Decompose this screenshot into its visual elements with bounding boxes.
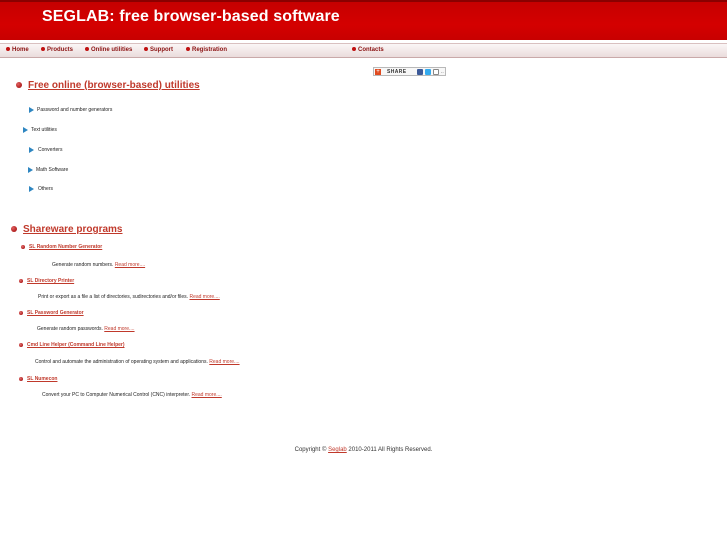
read-more-link[interactable]: Read more....: [189, 294, 219, 300]
share-label: SHARE: [387, 69, 407, 75]
nav-item-label: Contacts: [358, 47, 384, 53]
program-description: Generate random numbers. Read more....: [52, 262, 146, 268]
nav-item-support[interactable]: Support: [144, 47, 173, 53]
share-button[interactable]: + SHARE ..: [373, 67, 446, 76]
arrow-right-icon: [29, 147, 34, 153]
nav-item-label: Home: [12, 47, 29, 53]
program-link-numecon[interactable]: SL Numecon: [27, 376, 57, 382]
bullet-icon: [6, 47, 10, 51]
arrow-right-icon: [23, 127, 28, 133]
utilities-heading-link[interactable]: Free online (browser-based) utilities: [28, 80, 200, 91]
site-header: SEGLAB: free browser-based software: [0, 0, 727, 40]
util-item-converters[interactable]: Converters: [38, 147, 62, 153]
bullet-icon: [352, 47, 356, 51]
read-more-link[interactable]: Read more....: [115, 262, 145, 268]
read-more-link[interactable]: Read more....: [209, 359, 239, 365]
program-description: Print or export as a file a list of dire…: [38, 294, 220, 300]
read-more-link[interactable]: Read more....: [104, 326, 134, 332]
bullet-icon: [85, 47, 89, 51]
bullet-icon: [186, 47, 190, 51]
nav-item-online-utilities[interactable]: Online utilities: [85, 47, 132, 53]
copyright-prefix: Copyright ©: [294, 447, 327, 453]
program-link-directory-printer[interactable]: SL Directory Printer: [27, 278, 74, 284]
program-link-password-generator[interactable]: SL Password Generator: [27, 310, 84, 316]
nav-item-label: Registration: [192, 47, 228, 53]
bullet-icon: [144, 47, 148, 51]
more-dots-icon: ..: [441, 69, 444, 75]
nav-item-contacts[interactable]: Contacts: [352, 47, 384, 53]
arrow-right-icon: [29, 186, 34, 192]
program-link-cmd-line-helper[interactable]: Cmd Line Helper (Command Line Helper): [27, 342, 125, 348]
nav-item-label: Support: [150, 47, 173, 53]
site-title: SEGLAB: free browser-based software: [42, 8, 340, 25]
copyright-suffix: 2010-2011 All Rights Reserved.: [348, 447, 433, 453]
nav-item-products[interactable]: Products: [41, 47, 73, 53]
nav-bar: Home Products Online utilities Support R…: [0, 43, 727, 58]
nav-item-registration[interactable]: Registration: [186, 47, 227, 53]
footer-brand-link[interactable]: Seglab: [328, 447, 347, 453]
util-item-password-number-generators[interactable]: Password and number generators: [37, 107, 112, 113]
shareware-heading-link[interactable]: Shareware programs: [23, 224, 123, 235]
bullet-icon: [19, 343, 23, 347]
section-bullet-icon: [16, 82, 22, 88]
plus-icon: +: [375, 69, 381, 75]
program-description: Generate random passwords. Read more....: [37, 326, 135, 332]
bullet-icon: [41, 47, 45, 51]
bullet-icon: [19, 311, 23, 315]
nav-item-label: Products: [47, 47, 74, 53]
program-link-random-number-generator[interactable]: SL Random Number Generator: [29, 244, 102, 250]
bullet-icon: [19, 377, 23, 381]
util-item-math-software[interactable]: Math Software: [36, 167, 68, 173]
footer: Copyright © Seglab 2010-2011 All Rights …: [0, 447, 727, 453]
facebook-icon: [417, 69, 423, 75]
program-description: Control and automate the administration …: [35, 359, 240, 365]
email-icon: [433, 69, 439, 75]
nav-item-home[interactable]: Home: [6, 47, 29, 53]
bullet-icon: [19, 279, 23, 283]
arrow-right-icon: [28, 167, 33, 173]
util-item-others[interactable]: Others: [38, 186, 53, 192]
nav-item-label: Online utilities: [91, 47, 133, 53]
bullet-icon: [21, 245, 25, 249]
util-item-text-utilities[interactable]: Text utilities: [31, 127, 57, 133]
twitter-icon: [425, 69, 431, 75]
section-bullet-icon: [11, 226, 17, 232]
arrow-right-icon: [29, 107, 34, 113]
program-description: Convert your PC to Computer Numerical Co…: [42, 392, 222, 398]
read-more-link[interactable]: Read more....: [192, 392, 222, 398]
